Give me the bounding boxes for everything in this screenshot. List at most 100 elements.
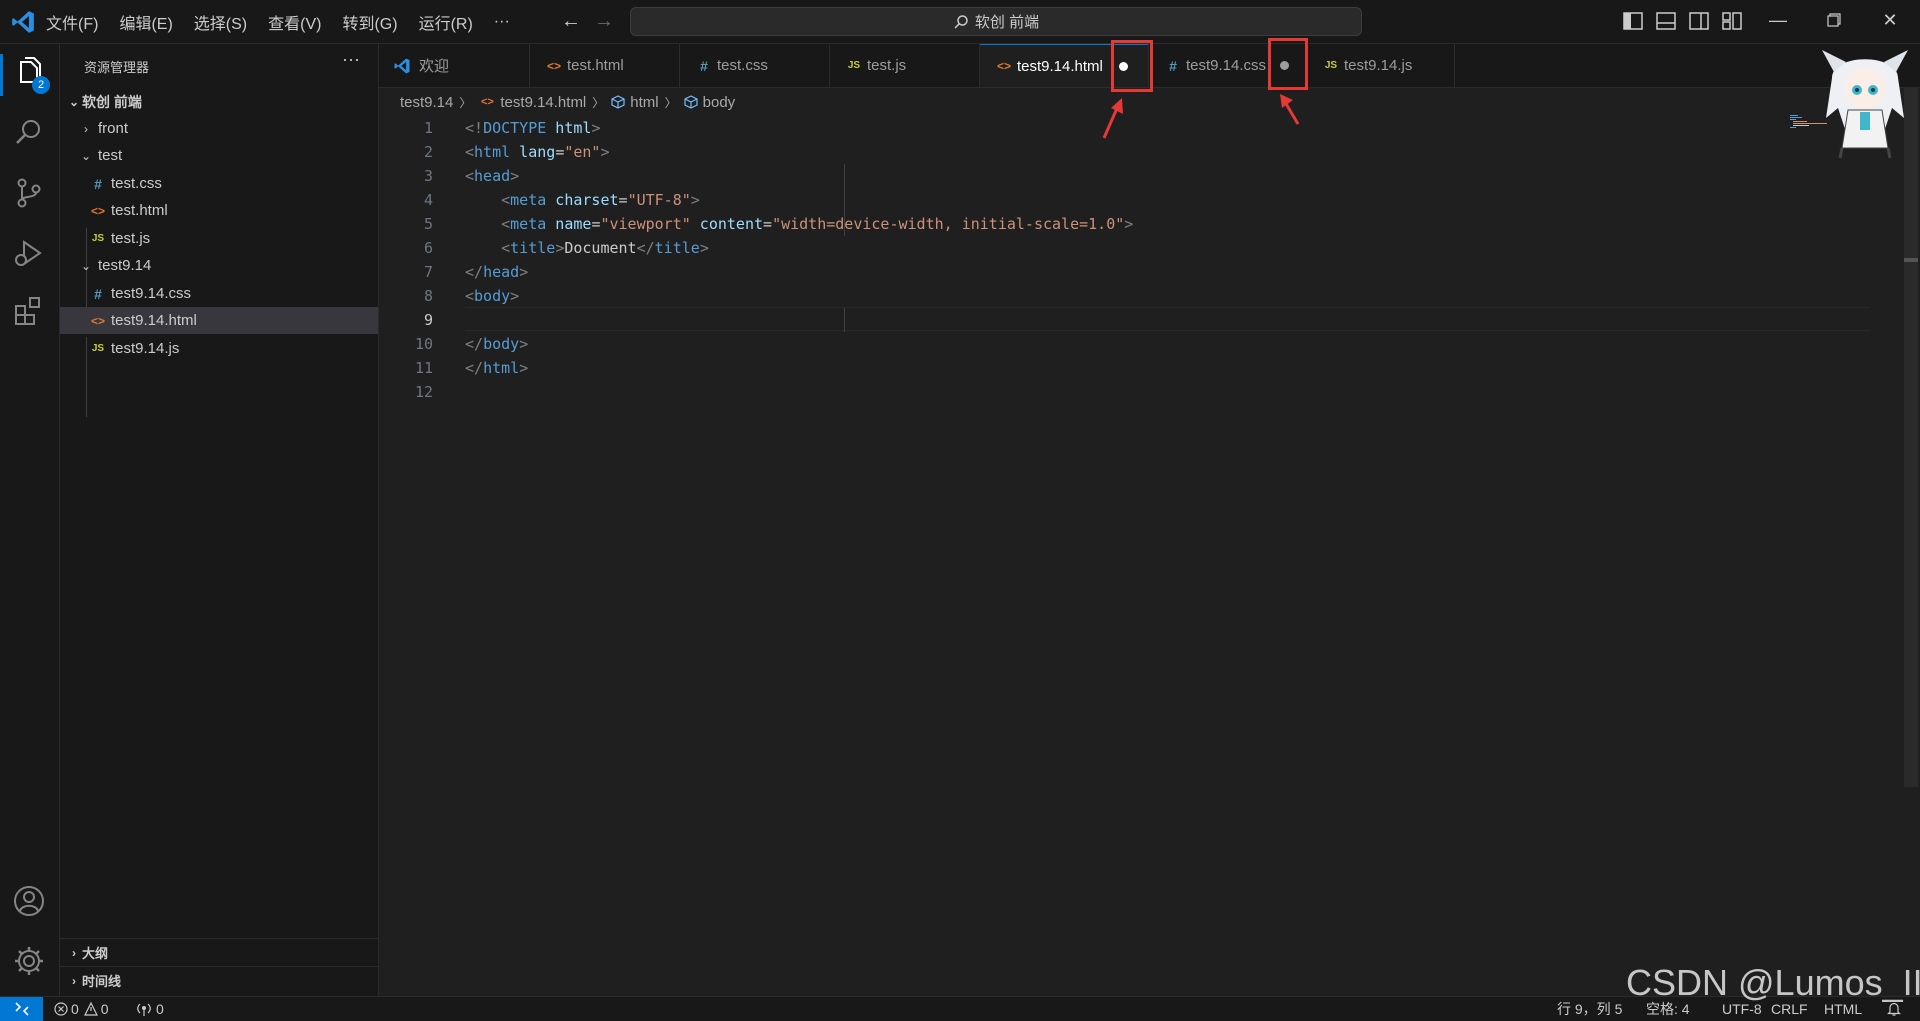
- menu-edit[interactable]: 编辑(E): [119, 10, 172, 34]
- tree-item-test9-14[interactable]: ⌄ test9.14: [60, 252, 378, 279]
- tree-item-label: test9.14: [98, 257, 152, 274]
- token: "en": [564, 143, 601, 161]
- problems-indicator[interactable]: 0 0: [54, 997, 109, 1021]
- vscode-logo-icon[interactable]: [10, 9, 36, 35]
- tab-label: 欢迎: [419, 58, 450, 75]
- token: html: [474, 143, 511, 161]
- tab-label: test9.14.css: [1186, 57, 1267, 74]
- current-line-highlight: [465, 307, 1870, 331]
- restore-button[interactable]: [1822, 8, 1846, 32]
- command-center-search[interactable]: 软创 前端: [630, 7, 1362, 36]
- editor-scrollbar[interactable]: [1904, 87, 1918, 787]
- css-icon: #: [700, 57, 708, 74]
- tree-item-test9-14-js[interactable]: JS test9.14.js: [60, 335, 378, 362]
- breadcrumb-file[interactable]: test9.14.html: [500, 94, 586, 111]
- vscode-icon: [394, 58, 410, 73]
- tab-test9-14-js[interactable]: JS test9.14.js: [1307, 44, 1455, 87]
- search-icon[interactable]: [12, 116, 46, 150]
- tree-item-test-html[interactable]: <> test.html: [60, 197, 378, 224]
- breadcrumb-body[interactable]: body: [703, 94, 736, 111]
- tree-item-test[interactable]: ⌄ test: [60, 142, 378, 169]
- token: <: [501, 191, 511, 209]
- code-editor[interactable]: 1 2 3 4 5 6 7 8 9 10 11 12 <!DOCTYPE htm…: [379, 116, 1920, 996]
- search-label: 软创 前端: [974, 14, 1040, 31]
- token: >: [555, 239, 565, 257]
- ports-indicator[interactable]: 0: [136, 997, 164, 1021]
- customize-layout-icon[interactable]: [1721, 10, 1743, 32]
- chevron-right-icon: ›: [72, 973, 76, 988]
- explorer-title: 资源管理器: [84, 60, 150, 75]
- explorer-sidebar: 资源管理器 ··· ⌄ 软创 前端 › front ⌄ test # test.…: [60, 44, 379, 996]
- active-indicator: [0, 54, 3, 96]
- toggle-secondary-sidebar-icon[interactable]: [1688, 10, 1710, 32]
- menu-more[interactable]: ···: [494, 13, 510, 31]
- tab-welcome[interactable]: 欢迎: [379, 44, 530, 87]
- line-number: 9: [423, 311, 433, 329]
- tree-item-front[interactable]: › front: [60, 115, 378, 142]
- close-window-button[interactable]: ✕: [1878, 8, 1902, 32]
- code-line: <html lang="en">: [465, 140, 610, 164]
- js-file-icon: JS: [91, 343, 105, 354]
- accounts-icon[interactable]: [12, 884, 46, 918]
- token: "viewport": [600, 215, 691, 233]
- token: charset: [546, 191, 619, 209]
- back-arrow-icon[interactable]: ←: [561, 10, 581, 33]
- run-debug-icon[interactable]: [12, 236, 46, 270]
- css-icon: #: [1169, 57, 1177, 74]
- broadcast-icon: [137, 1003, 151, 1016]
- token: "UTF-8": [627, 191, 691, 209]
- tab-label: test9.14.js: [1344, 57, 1413, 74]
- html-icon: <>: [996, 59, 1011, 73]
- tree-item-label: test: [98, 147, 123, 164]
- cursor-position[interactable]: 行 9，列 5: [1557, 997, 1622, 1021]
- token: >: [690, 191, 700, 209]
- token: >: [519, 263, 529, 281]
- html-file-icon: <>: [90, 313, 105, 328]
- tab-test-js[interactable]: JS test.js: [830, 44, 980, 87]
- explorer-root-folder[interactable]: ⌄ 软创 前端: [60, 88, 378, 115]
- code-line: <meta name="viewport" content="width=dev…: [465, 212, 1133, 236]
- line-number: 3: [423, 167, 433, 185]
- source-control-icon[interactable]: [12, 176, 46, 210]
- line-number: 8: [423, 287, 433, 305]
- warning-icon: [83, 1002, 98, 1016]
- menu-file[interactable]: 文件(F): [46, 10, 98, 34]
- breadcrumb-folder[interactable]: test9.14: [400, 94, 453, 111]
- tab-test-css[interactable]: # test.css: [680, 44, 830, 87]
- forward-arrow-icon[interactable]: →: [594, 10, 614, 33]
- html-icon: <>: [546, 58, 561, 73]
- code-line: </body>: [465, 332, 528, 356]
- menu-selection[interactable]: 选择(S): [194, 10, 247, 34]
- extensions-icon[interactable]: [12, 294, 46, 328]
- line-number: 5: [423, 215, 433, 233]
- symbol-element-icon: [611, 95, 625, 109]
- outline-panel-header[interactable]: › 大纲: [60, 938, 378, 966]
- token: content: [690, 215, 764, 233]
- token: lang: [510, 143, 556, 161]
- css-file-icon: #: [94, 285, 102, 302]
- explorer-more-actions[interactable]: ···: [342, 49, 360, 70]
- settings-gear-icon[interactable]: [12, 944, 46, 978]
- tree-item-test9-14-html[interactable]: <> test9.14.html: [60, 307, 378, 334]
- token: >: [519, 359, 529, 377]
- tree-item-test-css[interactable]: # test.css: [60, 170, 378, 197]
- token: =: [618, 191, 628, 209]
- token: DOCTYPE: [483, 119, 547, 137]
- tab-test-html[interactable]: <> test.html: [530, 44, 680, 87]
- token: html: [546, 119, 592, 137]
- token: <: [501, 215, 511, 233]
- breadcrumb-html[interactable]: html: [630, 94, 658, 111]
- menu-view[interactable]: 查看(V): [268, 10, 321, 34]
- menu-run[interactable]: 运行(R): [419, 10, 473, 34]
- tab-label: test.js: [867, 57, 907, 74]
- menu-go[interactable]: 转到(G): [342, 10, 397, 34]
- minimize-button[interactable]: —: [1766, 8, 1790, 32]
- annotation-box: [1111, 40, 1153, 92]
- tree-item-test9-14-css[interactable]: # test9.14.css: [60, 280, 378, 307]
- toggle-panel-icon[interactable]: [1655, 10, 1677, 32]
- remote-indicator[interactable]: [0, 997, 43, 1021]
- toggle-primary-sidebar-icon[interactable]: [1622, 10, 1644, 32]
- timeline-panel-header[interactable]: › 时间线: [60, 966, 378, 994]
- line-number: 2: [423, 143, 433, 161]
- tree-item-test-js[interactable]: JS test.js: [60, 225, 378, 252]
